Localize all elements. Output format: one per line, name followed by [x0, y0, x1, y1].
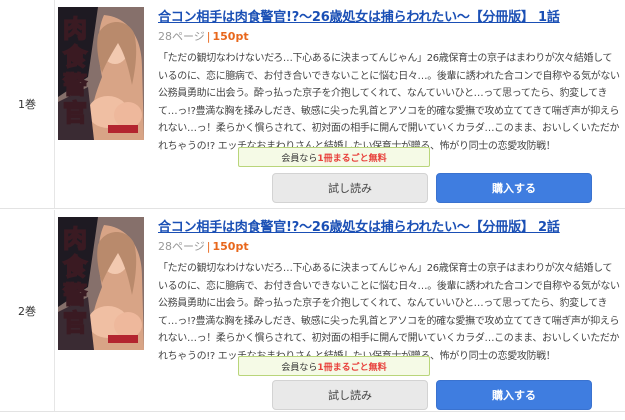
badge-prefix: 会員なら [281, 362, 318, 373]
svg-text:官: 官 [63, 98, 87, 127]
badge-prefix: 会員なら [281, 153, 318, 164]
badge-highlight: 1冊まるごと無料 [317, 153, 387, 164]
list-item: 1巻 肉 食 警 官 合コン相手は肉食警官!?〜26歳処女は捕らわれたい〜【分冊… [0, 0, 625, 209]
member-free-badge: 会員なら 1冊まるごと無料 [238, 356, 430, 376]
meta-separator: | [206, 30, 211, 43]
svg-text:肉: 肉 [63, 224, 87, 253]
page-count: 28ページ [158, 240, 205, 253]
volume-label: 1巻 [18, 98, 36, 111]
price: 150pt [212, 30, 249, 43]
divider [54, 0, 55, 208]
trial-read-button[interactable]: 試し読み [272, 380, 428, 410]
page-count: 28ページ [158, 30, 205, 43]
svg-text:官: 官 [63, 308, 87, 337]
book-cover-image[interactable]: 肉 食 警 官 [58, 7, 144, 140]
meta: 28ページ | 150pt [158, 238, 249, 254]
title-link[interactable]: 合コン相手は肉食警官!?〜26歳処女は捕らわれたい〜【分冊版】 1話 [158, 6, 618, 25]
trial-read-button[interactable]: 試し読み [272, 173, 428, 203]
price: 150pt [212, 240, 249, 253]
svg-text:警: 警 [62, 280, 87, 309]
title-link[interactable]: 合コン相手は肉食警官!?〜26歳処女は捕らわれたい〜【分冊版】 2話 [158, 216, 618, 235]
buy-button[interactable]: 購入する [436, 380, 592, 410]
svg-text:肉: 肉 [63, 14, 87, 43]
book-cover-image[interactable]: 肉 食 警 官 [58, 217, 144, 350]
divider [54, 210, 55, 411]
meta-separator: | [206, 240, 211, 253]
buy-button[interactable]: 購入する [436, 173, 592, 203]
svg-text:警: 警 [62, 70, 87, 99]
badge-highlight: 1冊まるごと無料 [317, 362, 387, 373]
meta: 28ページ | 150pt [158, 28, 249, 44]
description: 「ただの観切なわけないだろ…下心あるに決まってんじゃん」26歳保育士の京子はまわ… [158, 263, 620, 362]
member-free-badge: 会員なら 1冊まるごと無料 [238, 147, 430, 167]
description: 「ただの観切なわけないだろ…下心あるに決まってんじゃん」26歳保育士の京子はまわ… [158, 53, 620, 152]
svg-text:食: 食 [63, 252, 88, 281]
volume-label: 2巻 [18, 304, 36, 318]
list-item: 2巻 肉 食 警 官 合コン相手は肉食警官!?〜26歳処女は捕らわれたい〜【分冊… [0, 210, 625, 412]
svg-text:食: 食 [63, 42, 88, 71]
